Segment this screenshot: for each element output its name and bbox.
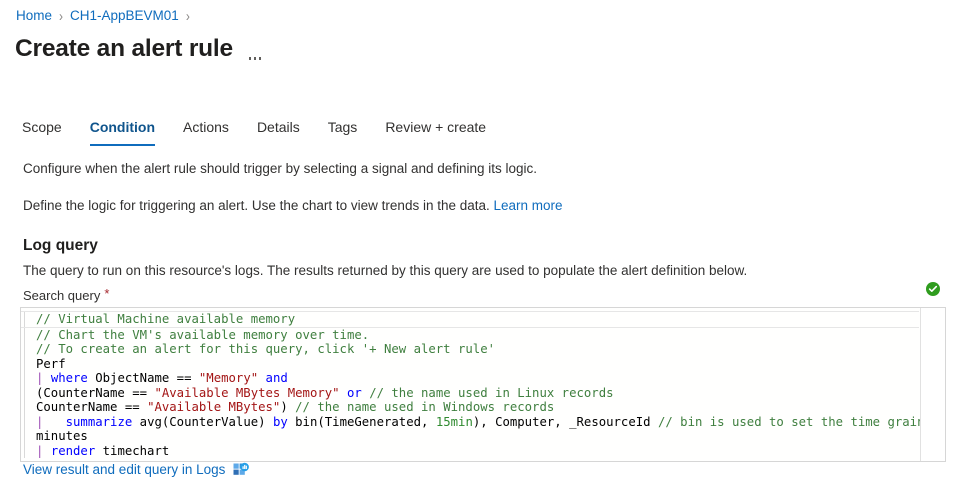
- editor-scrollbar[interactable]: [920, 308, 945, 461]
- search-query-editor[interactable]: // Virtual Machine available memory // Ch…: [20, 307, 946, 462]
- code-token: and: [266, 371, 288, 385]
- code-indent-guide: [24, 312, 25, 327]
- log-query-subtitle: The query to run on this resource's logs…: [23, 261, 747, 280]
- code-line: minutes: [21, 429, 919, 444]
- tab-tags[interactable]: Tags: [314, 118, 372, 146]
- code-token: [258, 371, 265, 385]
- tab-bar: Scope Condition Actions Details Tags Rev…: [16, 118, 500, 146]
- code-token: |: [36, 415, 66, 429]
- code-token: where: [51, 371, 88, 385]
- search-query-label-text: Search query: [23, 287, 100, 305]
- code-indent-guide: [24, 415, 25, 430]
- code-token: ): [280, 400, 295, 414]
- code-token: // Chart the VM's available memory over …: [36, 328, 369, 342]
- breadcrumb: Home › CH1-AppBEVM01 ›: [16, 7, 190, 25]
- code-line: | summarize avg(CounterValue) by bin(Tim…: [21, 415, 919, 430]
- logic-description: Define the logic for triggering an alert…: [23, 196, 563, 216]
- tab-details[interactable]: Details: [243, 118, 314, 146]
- code-token: summarize: [66, 415, 133, 429]
- chevron-right-icon: ›: [186, 5, 190, 28]
- code-token: CounterName ==: [36, 400, 147, 414]
- tab-actions[interactable]: Actions: [169, 118, 243, 146]
- code-line: | render timechart: [21, 444, 919, 459]
- condition-description: Configure when the alert rule should tri…: [23, 159, 537, 179]
- code-token: // the name used in Linux records: [369, 386, 613, 400]
- code-token: 15min: [436, 415, 473, 429]
- code-indent-guide: [24, 386, 25, 401]
- code-line: (CounterName == "Available MBytes Memory…: [21, 386, 919, 401]
- code-token: ObjectName ==: [88, 371, 199, 385]
- code-indent-guide: [24, 429, 25, 444]
- code-token: // the name used in Windows records: [295, 400, 554, 414]
- code-token: by: [273, 415, 288, 429]
- code-indent-guide: [24, 371, 25, 386]
- code-token: // To create an alert for this query, cl…: [36, 342, 495, 356]
- breadcrumb-item-home[interactable]: Home: [16, 7, 52, 25]
- tab-review-create[interactable]: Review + create: [371, 118, 500, 146]
- code-indent-guide: [24, 328, 25, 343]
- code-token: or: [347, 386, 362, 400]
- logic-description-text: Define the logic for triggering an alert…: [23, 198, 494, 213]
- breadcrumb-item-resource[interactable]: CH1-AppBEVM01: [70, 7, 179, 25]
- query-code[interactable]: // Virtual Machine available memory // Ch…: [21, 311, 919, 461]
- code-indent-guide: [24, 444, 25, 459]
- code-indent-guide: [24, 400, 25, 415]
- log-query-heading: Log query: [23, 236, 98, 256]
- chevron-right-icon: ›: [59, 5, 63, 28]
- code-token: render: [51, 444, 95, 458]
- view-in-logs-link[interactable]: View result and edit query in Logs: [23, 461, 249, 479]
- required-asterisk: *: [104, 287, 109, 301]
- code-token: "Memory": [199, 371, 258, 385]
- code-indent-guide: [24, 342, 25, 357]
- code-token: (CounterName ==: [36, 386, 154, 400]
- tab-scope[interactable]: Scope: [16, 118, 76, 146]
- code-token: ), Computer, _ResourceId: [473, 415, 658, 429]
- view-in-logs-label: View result and edit query in Logs: [23, 461, 225, 479]
- code-line: Perf: [21, 357, 919, 372]
- code-token: [340, 386, 347, 400]
- code-line: | where ObjectName == "Memory" and: [21, 371, 919, 386]
- code-token: "Available MBytes": [147, 400, 280, 414]
- code-token: // bin is used to set the time grain to …: [658, 415, 946, 429]
- page-header: Create an alert rule: [15, 33, 261, 65]
- code-line: // Virtual Machine available memory: [21, 311, 919, 328]
- more-options-icon[interactable]: [249, 34, 262, 65]
- code-token: timechart: [95, 444, 169, 458]
- code-indent-guide: [24, 357, 25, 372]
- search-query-label: Search query *: [23, 287, 109, 305]
- code-token: Perf: [36, 357, 66, 371]
- tab-condition[interactable]: Condition: [76, 118, 169, 146]
- code-token: |: [36, 444, 51, 458]
- code-line: CounterName == "Available MBytes") // th…: [21, 400, 919, 415]
- code-token: minutes: [36, 429, 88, 443]
- code-token: |: [36, 371, 51, 385]
- ellipsis-dot: [254, 57, 257, 60]
- code-token: "Available MBytes Memory": [154, 386, 339, 400]
- code-token: // Virtual Machine available memory: [36, 312, 295, 326]
- code-token: bin(TimeGenerated,: [288, 415, 436, 429]
- page-title: Create an alert rule: [15, 33, 233, 65]
- code-token: avg(CounterValue): [132, 415, 273, 429]
- code-line: // Chart the VM's available memory over …: [21, 328, 919, 343]
- ellipsis-dot: [259, 57, 262, 60]
- learn-more-link[interactable]: Learn more: [494, 198, 563, 213]
- ellipsis-dot: [249, 57, 252, 60]
- log-analytics-icon: [233, 462, 249, 478]
- code-line: // To create an alert for this query, cl…: [21, 342, 919, 357]
- check-circle-icon: [926, 282, 940, 296]
